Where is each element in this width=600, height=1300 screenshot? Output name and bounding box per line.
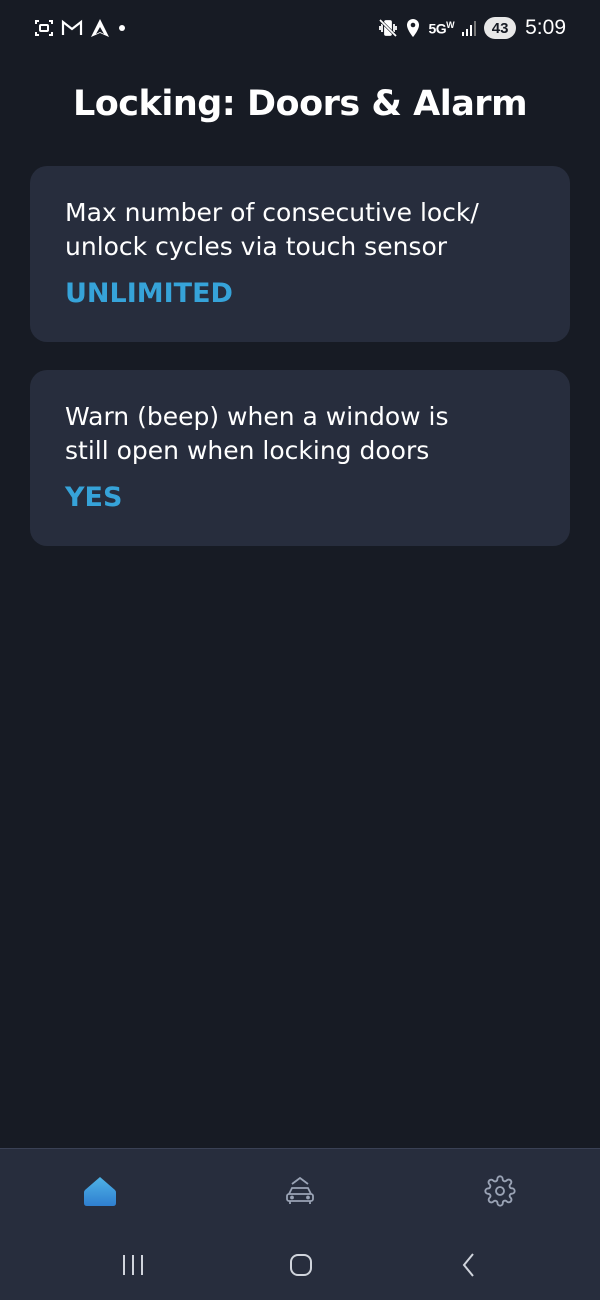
setting-card-window-warning[interactable]: Warn (beep) when a window is still open … [30, 370, 570, 546]
status-left-icons [34, 16, 127, 40]
signal-strength-icon [461, 19, 477, 37]
home-circle-icon [290, 1254, 312, 1276]
system-recents-button[interactable] [108, 1245, 158, 1285]
setting-label-line: Max number of consecutive lock/ [65, 198, 479, 227]
nav-home-button[interactable] [80, 1171, 120, 1211]
setting-label-line: unlock cycles via touch sensor [65, 232, 448, 261]
system-back-button[interactable] [444, 1245, 494, 1285]
network-type-label: 5GW [428, 19, 455, 37]
status-right-icons: 5GW 43 5:09 [378, 14, 566, 42]
setting-value: YES [65, 482, 123, 513]
location-icon [405, 18, 421, 38]
nav-car-button[interactable] [280, 1171, 320, 1211]
setting-label: Max number of consecutive lock/ unlock c… [65, 196, 536, 264]
network-sub-label: W [446, 19, 455, 30]
setting-value: UNLIMITED [65, 278, 233, 309]
screenshot-icon [34, 18, 54, 38]
system-home-button[interactable] [276, 1245, 326, 1285]
setting-card-lock-cycles[interactable]: Max number of consecutive lock/ unlock c… [30, 166, 570, 342]
setting-label-line: Warn (beep) when a window is [65, 402, 449, 431]
setting-label: Warn (beep) when a window is still open … [65, 400, 536, 468]
status-clock: 5:09 [525, 16, 566, 39]
battery-level: 43 [484, 17, 517, 39]
notification-dot-icon [117, 23, 127, 33]
home-icon [84, 1177, 116, 1206]
back-icon [462, 1253, 474, 1277]
status-bar: 5GW 43 5:09 [0, 0, 600, 56]
mute-vibrate-icon [378, 18, 398, 38]
car-icon [286, 1176, 314, 1204]
gmail-icon [61, 19, 83, 37]
navigation-app-icon [90, 18, 110, 38]
app-screen: 5GW 43 5:09 Locking: Doors & Alarm Max n… [0, 0, 600, 1300]
bottom-navigation [0, 1148, 600, 1300]
recents-icon [123, 1255, 143, 1275]
nav-settings-button[interactable] [480, 1171, 520, 1211]
page-title: Locking: Doors & Alarm [72, 84, 528, 124]
gear-icon [484, 1175, 516, 1207]
setting-label-line: still open when locking doors [65, 436, 430, 465]
